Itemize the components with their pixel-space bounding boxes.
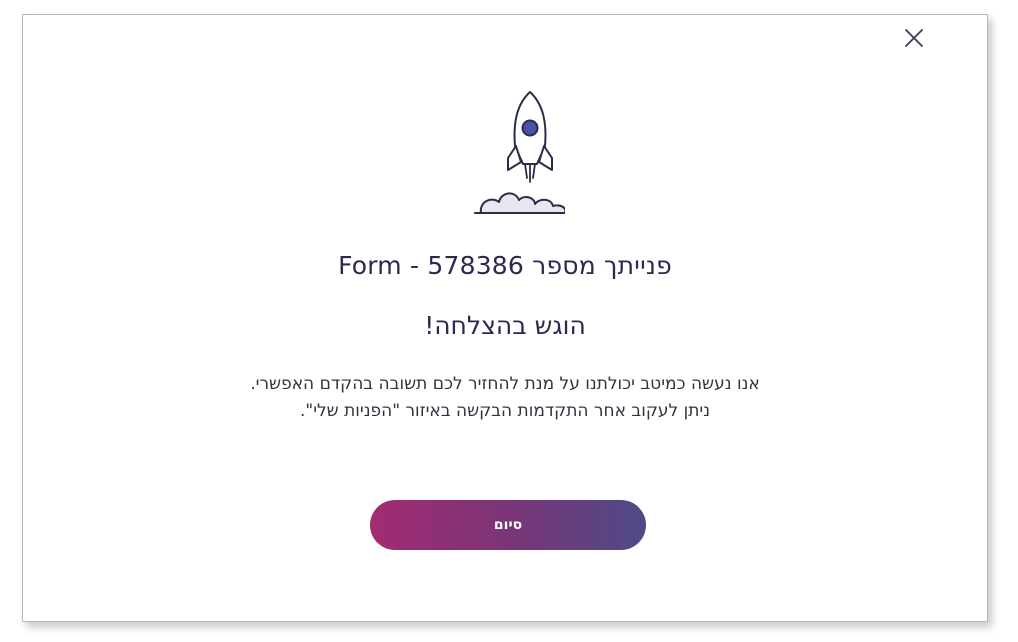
rocket-launch-icon <box>455 90 570 215</box>
message-line-1: אנו נעשה כמיטב יכולתנו על מנת להחזיר לכם… <box>250 374 760 394</box>
success-subtitle: הוגש בהצלחה! <box>424 311 586 340</box>
submission-title: פנייתך מספר 578386 - Form <box>338 251 672 280</box>
finish-button[interactable]: סיום <box>370 500 646 550</box>
close-icon[interactable] <box>903 27 925 49</box>
info-message: אנו נעשה כמיטב יכולתנו על מנת להחזיר לכם… <box>23 371 987 425</box>
page-background: פנייתך מספר 578386 - Form הוגש בהצלחה! א… <box>0 0 1018 642</box>
message-line-2: ניתן לעקוב אחר התקדמות הבקשה באיזור "הפנ… <box>299 401 711 421</box>
success-dialog: פנייתך מספר 578386 - Form הוגש בהצלחה! א… <box>22 14 988 622</box>
